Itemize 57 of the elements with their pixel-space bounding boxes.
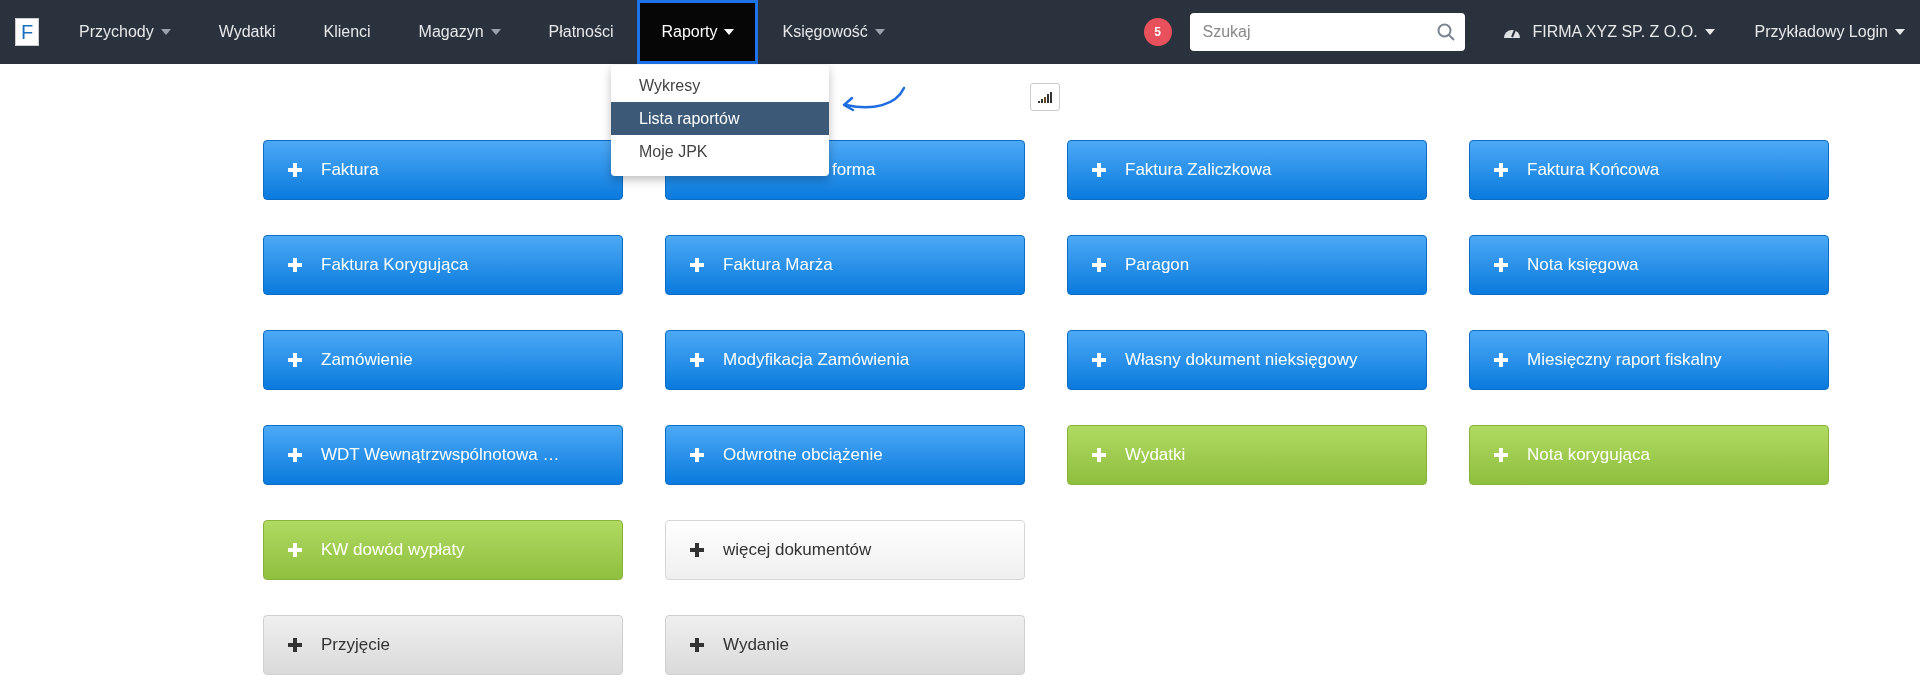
new-document-button[interactable]: Faktura Marża <box>665 235 1025 295</box>
plus-icon <box>288 448 302 462</box>
plus-icon <box>690 448 704 462</box>
plus-icon <box>1092 353 1106 367</box>
new-document-button[interactable]: więcej dokumentów <box>665 520 1025 580</box>
nav-item[interactable]: Księgowość <box>758 0 909 64</box>
new-document-button[interactable]: Faktura Korygująca <box>263 235 623 295</box>
plus-icon <box>690 353 704 367</box>
new-document-button[interactable]: Wydatki <box>1067 425 1427 485</box>
caret-icon <box>1704 29 1715 35</box>
new-document-button[interactable]: Paragon <box>1067 235 1427 295</box>
plus-icon <box>690 258 704 272</box>
plus-icon <box>1092 163 1106 177</box>
new-document-button[interactable]: Faktura Zaliczkowa <box>1067 140 1427 200</box>
menu-item[interactable]: Wykresy <box>611 69 829 102</box>
signal-bars-icon <box>1038 91 1052 103</box>
new-document-button[interactable]: Faktura Końcowa <box>1469 140 1829 200</box>
plus-icon <box>1494 258 1508 272</box>
nav-item[interactable]: Płatności <box>524 0 638 64</box>
caret-icon <box>1895 29 1905 35</box>
nav-item[interactable]: Klienci <box>299 0 395 64</box>
plus-icon <box>288 258 302 272</box>
new-document-button[interactable]: Nota korygująca <box>1469 425 1829 485</box>
plus-icon <box>1092 448 1106 462</box>
chart-button[interactable] <box>1030 83 1060 111</box>
plus-icon <box>288 163 302 177</box>
plus-icon <box>690 638 704 652</box>
new-document-button[interactable]: Zamówienie <box>263 330 623 390</box>
plus-icon <box>288 353 302 367</box>
plus-icon <box>1494 448 1508 462</box>
new-document-button[interactable]: Odwrotne obciążenie <box>665 425 1025 485</box>
new-document-button[interactable]: WDT Wewnątrzwspólnotowa … <box>263 425 623 485</box>
nav-item[interactable]: Magazyn <box>394 0 525 64</box>
new-document-button[interactable]: Miesięczny raport fiskalny <box>1469 330 1829 390</box>
new-document-button[interactable]: Własny dokument nieksięgowy <box>1067 330 1427 390</box>
nav-item[interactable]: Raporty <box>637 0 759 64</box>
new-document-button[interactable]: Wydanie <box>665 615 1025 675</box>
nav-item[interactable]: Wydatki <box>194 0 300 64</box>
plus-icon <box>1494 163 1508 177</box>
plus-icon <box>1494 353 1508 367</box>
new-document-button[interactable]: Modyfikacja Zamówienia <box>665 330 1025 390</box>
search-field[interactable]: Szukaj <box>1189 13 1465 51</box>
plus-icon <box>690 543 704 557</box>
app-logo[interactable]: F <box>15 18 39 46</box>
new-document-button[interactable]: Faktura <box>263 140 623 200</box>
menu-item[interactable]: Lista raportów <box>611 102 829 135</box>
plus-icon <box>1092 258 1106 272</box>
nav-item[interactable]: Przychody <box>55 0 195 64</box>
notification-badge[interactable]: 5 <box>1143 18 1172 46</box>
user-menu[interactable]: Przykładowy Login <box>1754 23 1905 41</box>
new-document-button[interactable]: Nota księgowa <box>1469 235 1829 295</box>
new-document-button[interactable]: KW dowód wypłaty <box>263 520 623 580</box>
company-menu[interactable]: FIRMA XYZ SP. Z O.O. <box>1492 23 1725 41</box>
plus-icon <box>288 638 302 652</box>
plus-icon <box>288 543 302 557</box>
search-icon[interactable] <box>1436 23 1455 41</box>
new-document-button[interactable]: Przyjęcie <box>263 615 623 675</box>
